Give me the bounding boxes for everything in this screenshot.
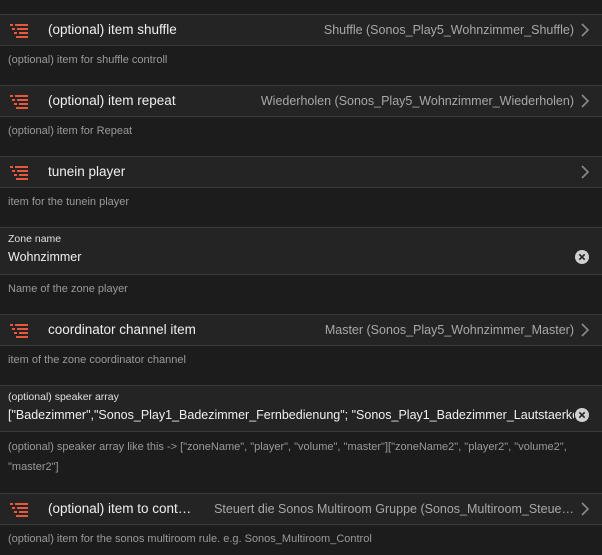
item-title: tunein player [48, 164, 126, 179]
chevron-right-icon [581, 165, 590, 179]
item-title: (optional) item repeat [48, 93, 176, 108]
chevron-right-icon [581, 94, 590, 108]
list-icon [10, 95, 28, 109]
field-description: Name of the zone player [8, 283, 128, 295]
field-description-line2: "master2"] [8, 461, 59, 473]
item-title: (optional) item shuffle [48, 22, 177, 37]
item-value: Wiederholen (Sonos_Play5_Wohnzimmer_Wied… [260, 94, 574, 108]
item-title: (optional) item to cont… [48, 501, 192, 516]
item-description: (optional) item for shuffle controll [8, 54, 168, 66]
item-title: coordinator channel item [48, 322, 196, 337]
item-description: item of the zone coordinator channel [8, 354, 186, 366]
chevron-right-icon [581, 23, 590, 37]
item-row-multiroom[interactable]: (optional) item to cont… Steuert die Son… [0, 493, 602, 525]
item-row-shuffle[interactable]: (optional) item shuffle Shuffle (Sonos_P… [0, 14, 602, 46]
list-icon [10, 24, 28, 38]
field-label: (optional) speaker array [8, 391, 119, 403]
item-value: Steuert die Sonos Multiroom Gruppe (Sono… [214, 502, 574, 516]
list-icon [10, 503, 28, 517]
item-description: item for the tunein player [8, 196, 130, 208]
chevron-right-icon [581, 502, 590, 516]
clear-icon[interactable] [575, 250, 589, 264]
zone-name-input[interactable]: Wohnzimmer [8, 250, 574, 264]
list-icon [10, 324, 28, 338]
list-icon [10, 166, 28, 180]
field-description-line1: (optional) speaker array like this -> ["… [8, 441, 567, 453]
zone-name-field[interactable]: Zone name Wohnzimmer [0, 227, 602, 275]
clear-icon[interactable] [575, 408, 589, 422]
item-value: Shuffle (Sonos_Play5_Wohnzimmer_Shuffle) [323, 23, 574, 37]
item-row-tunein[interactable]: tunein player [0, 156, 602, 188]
speaker-array-field[interactable]: (optional) speaker array ["Badezimmer","… [0, 385, 602, 432]
item-description: (optional) item for the sonos multiroom … [8, 533, 372, 545]
speaker-array-input[interactable]: ["Badezimmer","Sonos_Play1_Badezimmer_Fe… [8, 408, 574, 422]
item-description: (optional) item for Repeat [8, 125, 133, 137]
item-row-repeat[interactable]: (optional) item repeat Wiederholen (Sono… [0, 85, 602, 117]
field-label: Zone name [8, 233, 62, 245]
item-row-coordinator[interactable]: coordinator channel item Master (Sonos_P… [0, 314, 602, 346]
chevron-right-icon [581, 323, 590, 337]
item-value: Master (Sonos_Play5_Wohnzimmer_Master) [324, 323, 574, 337]
